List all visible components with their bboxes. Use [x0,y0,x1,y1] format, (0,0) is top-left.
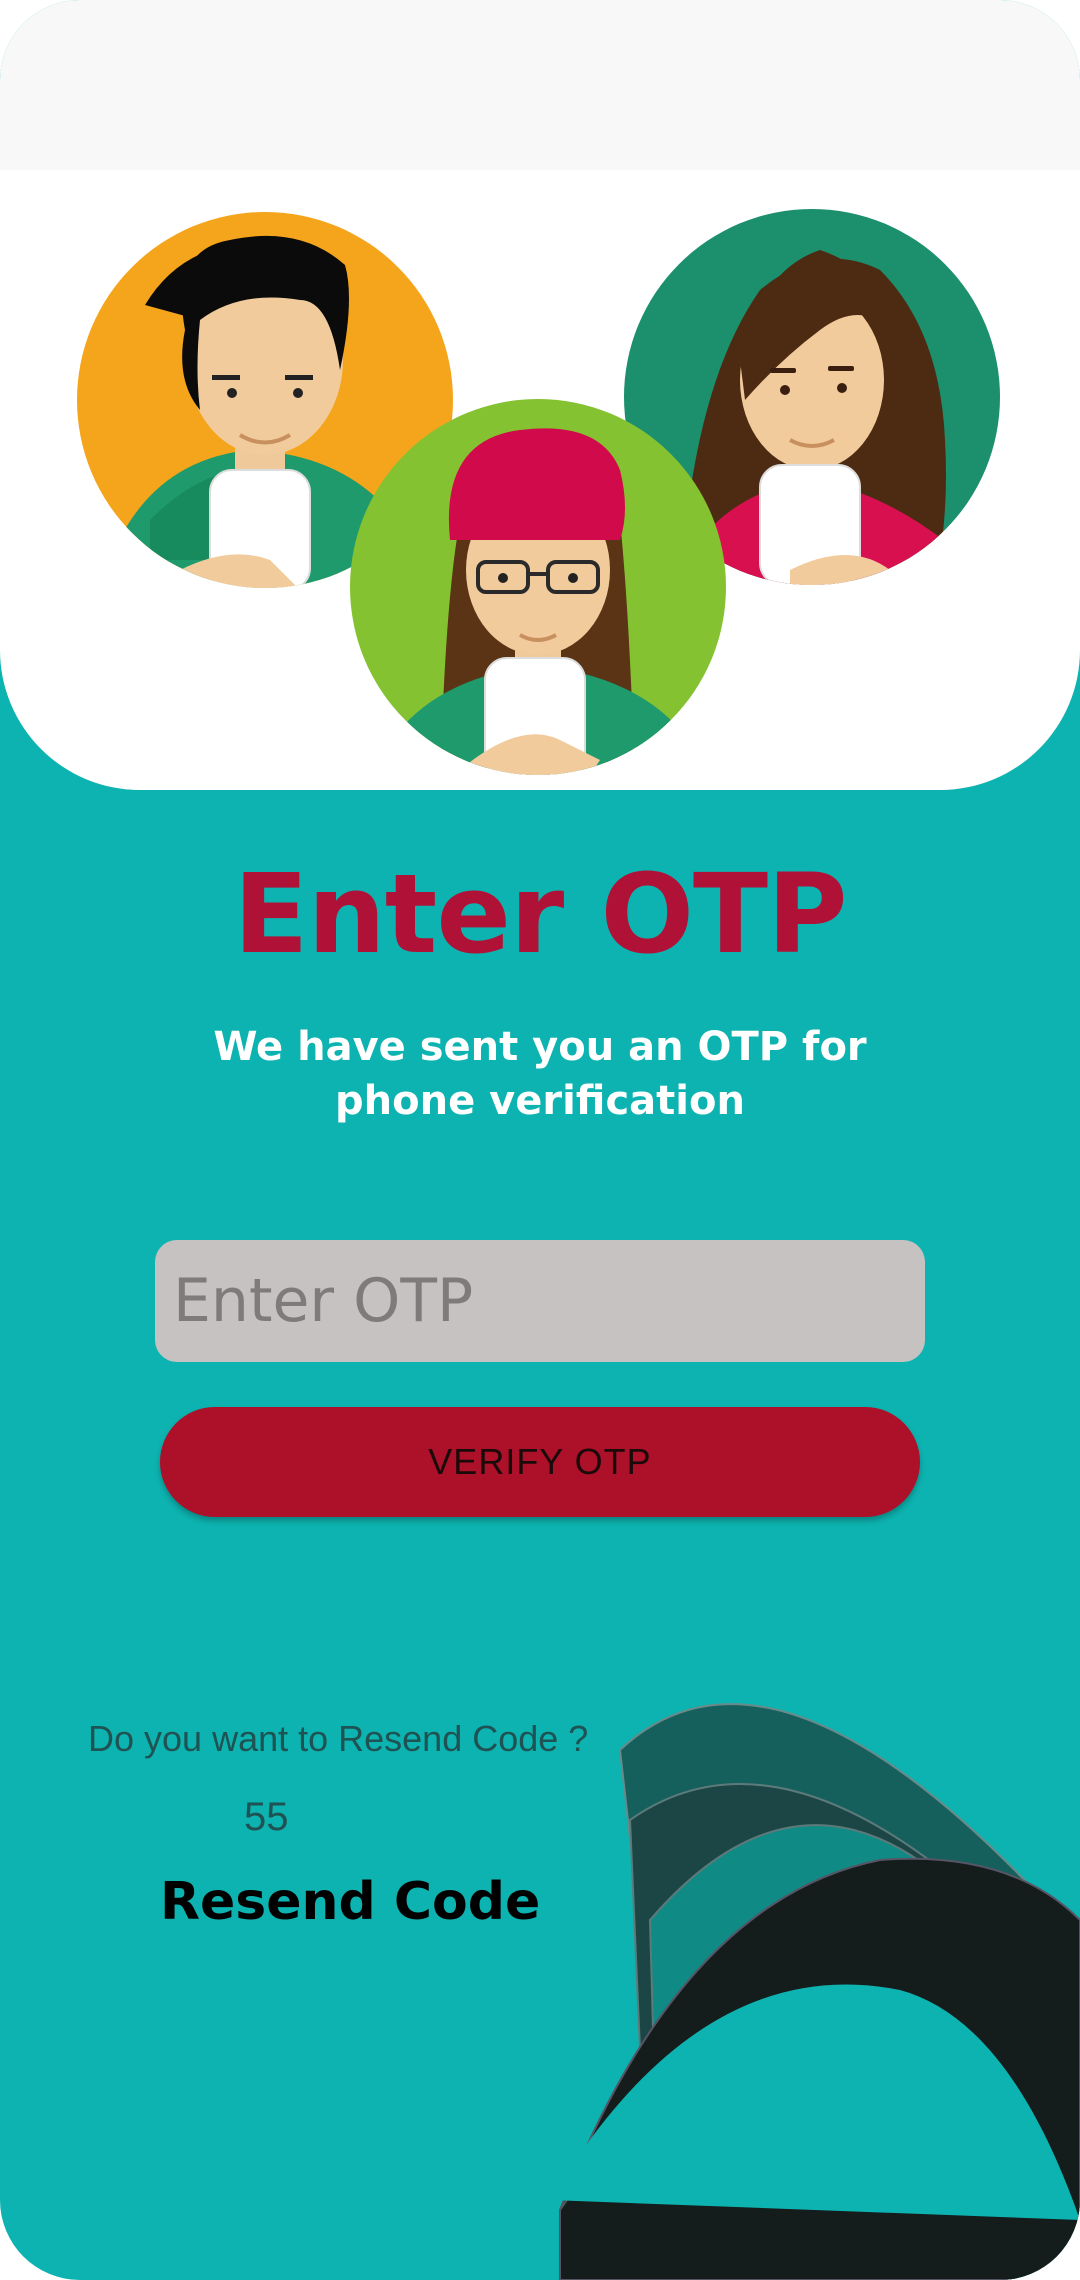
resend-question-text: Do you want to Resend Code ? [88,1718,589,1759]
otp-input[interactable] [155,1240,925,1362]
page-subtitle: We have sent you an OTP for phone verifi… [213,1024,867,1124]
page-title: Enter OTP [233,850,847,978]
status-bar-area [0,0,1080,170]
resend-countdown: 55 [244,1795,289,1839]
verify-otp-button[interactable]: VERIFY OTP [160,1407,920,1517]
hero-illustration [0,170,1080,790]
otp-screen: Enter OTP We have sent you an OTP for ph… [0,0,1080,2280]
resend-code-link[interactable]: Resend Code [160,1872,540,1932]
girl-with-beanie-phone-avatar [350,399,726,775]
